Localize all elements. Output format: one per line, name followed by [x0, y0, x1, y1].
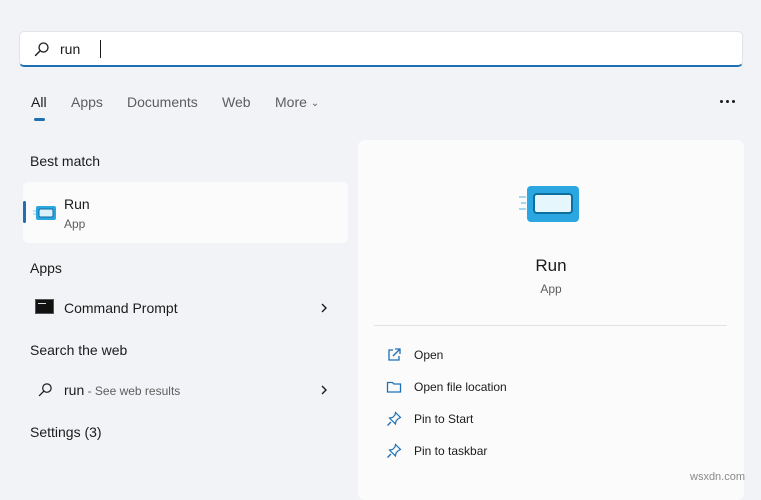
action-pin-to-start-label: Pin to Start [414, 412, 474, 426]
more-options-button[interactable] [716, 92, 740, 112]
tab-more-label: More [275, 94, 307, 110]
watermark: wsxdn.com [690, 471, 746, 483]
action-pin-to-taskbar[interactable]: Pin to taskbar [374, 437, 714, 465]
detail-panel: Run App Open Open file location Pin to S… [358, 140, 744, 500]
folder-icon [386, 381, 402, 393]
section-best-match: Best match [30, 153, 101, 169]
pin-icon [387, 411, 402, 426]
section-apps: Apps [30, 260, 62, 276]
selection-indicator [23, 201, 26, 223]
app-result-label: Command Prompt [64, 300, 178, 316]
web-query: run [64, 382, 85, 398]
search-icon [38, 383, 52, 397]
action-open-label: Open [414, 348, 444, 362]
search-box[interactable]: run [19, 31, 743, 67]
app-result-command-prompt[interactable]: Command Prompt [23, 291, 348, 325]
divider [374, 325, 727, 326]
action-open[interactable]: Open [374, 341, 714, 369]
tab-all[interactable]: All [31, 94, 47, 110]
tab-apps[interactable]: Apps [71, 94, 103, 110]
section-search-web: Search the web [30, 342, 128, 358]
best-match-title: Run [64, 196, 90, 212]
text-caret [100, 40, 101, 58]
active-tab-indicator [34, 118, 45, 121]
pin-icon [387, 443, 402, 458]
tab-documents[interactable]: Documents [127, 94, 198, 110]
chevron-down-icon: ⌄ [310, 98, 320, 109]
section-settings[interactable]: Settings (3) [30, 424, 102, 440]
run-app-icon [33, 206, 56, 220]
action-pin-to-start[interactable]: Pin to Start [374, 405, 714, 433]
best-match-run[interactable]: Run App [23, 182, 348, 243]
detail-app-type: App [540, 282, 562, 296]
open-external-icon [388, 348, 401, 361]
run-app-icon [519, 186, 579, 222]
best-match-subtitle: App [64, 217, 86, 231]
web-result-label: run - See web results [64, 382, 180, 398]
action-pin-to-taskbar-label: Pin to taskbar [414, 444, 488, 458]
search-input[interactable]: run [60, 41, 80, 57]
search-icon [34, 42, 49, 57]
command-prompt-icon [35, 299, 54, 314]
web-suffix: - See web results [84, 384, 181, 398]
web-result-run[interactable]: run - See web results [23, 373, 348, 407]
tab-more[interactable]: More ⌄ [275, 94, 319, 110]
chevron-right-icon[interactable] [319, 302, 329, 314]
detail-app-name: Run [535, 256, 567, 275]
tab-web[interactable]: Web [222, 94, 251, 110]
action-open-file-location[interactable]: Open file location [374, 373, 714, 401]
chevron-right-icon[interactable] [319, 384, 329, 396]
action-open-file-location-label: Open file location [414, 380, 507, 394]
